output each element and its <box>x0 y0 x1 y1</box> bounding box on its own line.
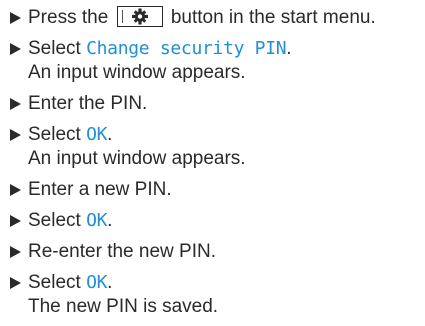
step-text: Re-enter the new PIN. <box>28 241 216 262</box>
step-bullet-icon <box>10 215 21 227</box>
menu-term-ok: OK <box>86 124 108 145</box>
step-bullet-icon <box>10 12 21 24</box>
step-text: Press the <box>28 7 109 28</box>
menu-term-change-security-pin: Change security PIN <box>86 38 287 59</box>
step-punct: . <box>107 124 113 145</box>
step-bullet-icon <box>10 98 21 110</box>
menu-term-ok: OK <box>86 210 108 231</box>
step-text: Select <box>28 124 81 145</box>
step-bullet-icon <box>10 184 21 196</box>
step-result: An input window appears. <box>28 62 246 83</box>
step-bullet-icon <box>10 277 21 289</box>
step-press-settings: Press the button in the start menu. <box>10 6 420 30</box>
step-select-ok-1: Select OK. An input window appears. <box>10 123 420 171</box>
step-text: button in the start menu. <box>170 7 376 28</box>
step-enter-pin: Enter the PIN. <box>10 92 420 116</box>
step-text: Select <box>28 38 81 59</box>
step-bullet-icon <box>10 43 21 55</box>
menu-term-ok: OK <box>86 272 108 293</box>
step-text: Select <box>28 210 81 231</box>
step-enter-new-pin: Enter a new PIN. <box>10 178 420 202</box>
step-punct: . <box>286 38 292 59</box>
step-punct: . <box>107 272 113 293</box>
step-reenter-pin: Re-enter the new PIN. <box>10 240 420 264</box>
step-select-change-pin: Select Change security PIN. An input win… <box>10 37 420 85</box>
instruction-steps: Press the button in the start menu. Sele… <box>10 6 420 326</box>
step-punct: . <box>107 210 113 231</box>
step-result: An input window appears. <box>28 148 246 169</box>
step-select-ok-2: Select OK. <box>10 209 420 233</box>
step-result: The new PIN is saved. <box>28 296 219 317</box>
step-select-ok-3: Select OK. The new PIN is saved. <box>10 271 420 319</box>
step-bullet-icon <box>10 129 21 141</box>
step-bullet-icon <box>10 246 21 258</box>
settings-button <box>116 6 163 27</box>
step-text: Enter the PIN. <box>28 93 148 114</box>
step-text: Enter a new PIN. <box>28 179 172 200</box>
step-text: Select <box>28 272 81 293</box>
gear-icon <box>131 8 148 25</box>
